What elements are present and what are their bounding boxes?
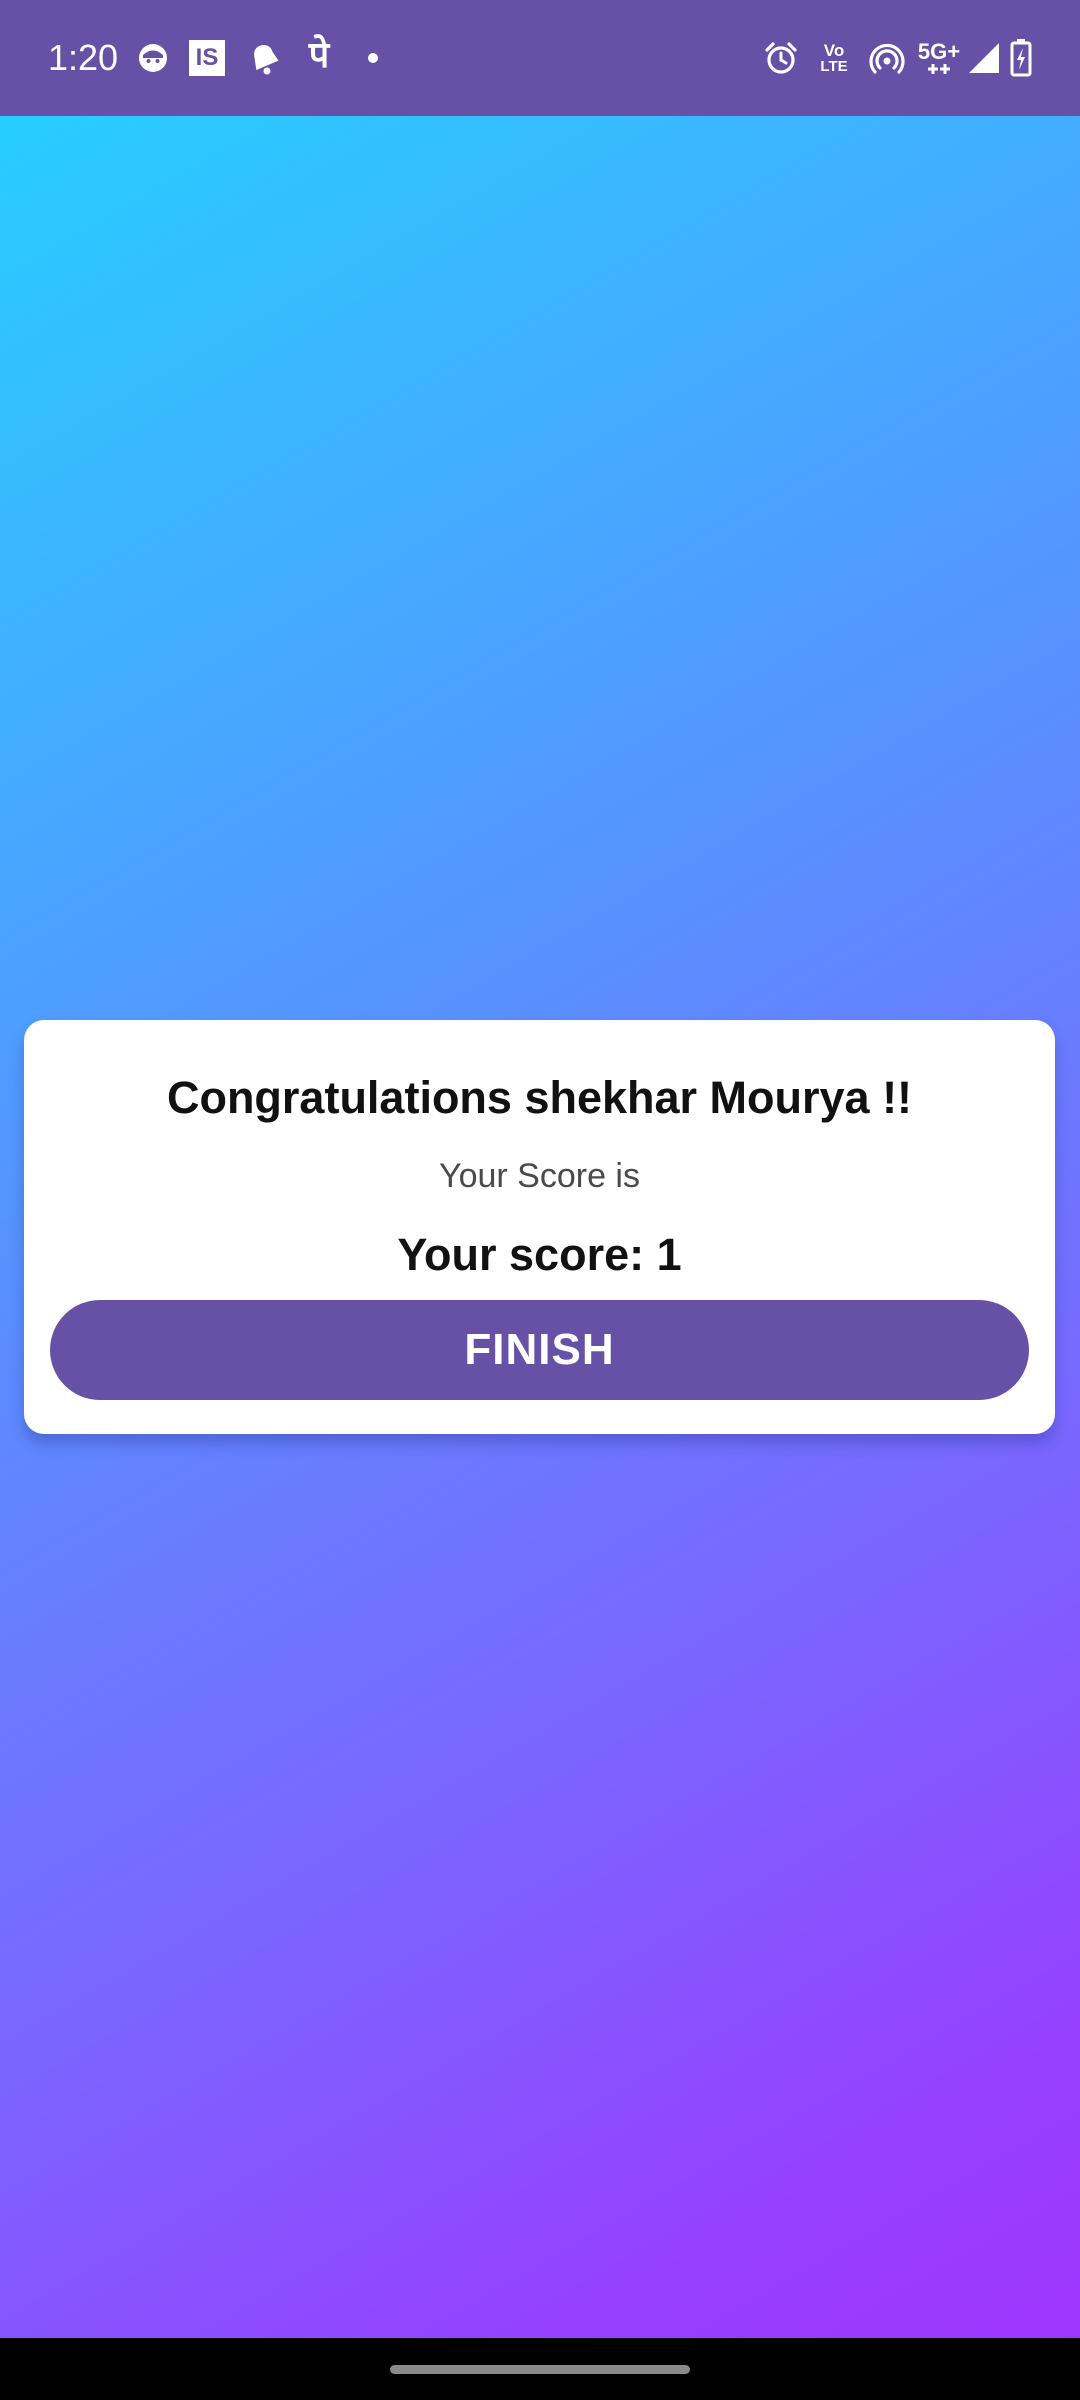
face-app-icon <box>136 38 170 78</box>
volte-bottom-label: LTE <box>820 57 848 75</box>
is-app-label: IS <box>189 40 225 76</box>
finish-button[interactable]: FINISH <box>50 1300 1029 1400</box>
congratulations-title: Congratulations shekhar Mourya !! <box>166 1072 913 1123</box>
battery-charging-icon <box>1008 38 1034 78</box>
volte-top-label: Vo <box>823 40 845 60</box>
score-value: Your score: 1 <box>397 1229 682 1280</box>
status-bar: 1:20 IS पे Vo LTE 5G+ <box>0 0 1080 116</box>
home-gesture-handle[interactable] <box>390 2365 690 2374</box>
signal-icon <box>966 38 1002 78</box>
phonepe-icon: पे <box>308 35 330 76</box>
hotspot-icon <box>868 38 906 78</box>
status-time: 1:20 <box>48 37 119 78</box>
network-label: 5G+ <box>917 39 961 64</box>
notification-bell-icon <box>244 38 284 78</box>
is-app-icon: IS <box>188 38 226 78</box>
screen: 1:20 IS पे Vo LTE 5G+ Congratulations sh… <box>0 0 1080 2400</box>
score-dialog: Congratulations shekhar Mourya !! Your S… <box>24 1020 1055 1434</box>
navigation-bar <box>0 2338 1080 2400</box>
alarm-icon <box>762 38 800 78</box>
score-subtitle: Your Score is <box>439 1157 640 1195</box>
volte-icon: Vo LTE <box>814 38 854 78</box>
dot-icon <box>364 38 382 78</box>
5g-icon: 5G+ <box>916 38 962 78</box>
